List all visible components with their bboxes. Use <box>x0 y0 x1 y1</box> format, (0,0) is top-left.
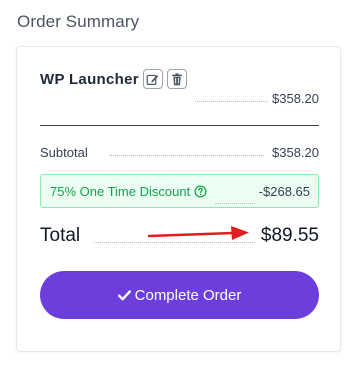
product-name: WP Launcher <box>40 70 139 88</box>
subtotal-label: Subtotal <box>40 145 88 160</box>
divider <box>40 125 319 126</box>
check-icon <box>117 289 131 301</box>
red-arrow-annotation <box>147 226 249 240</box>
dotted-leader <box>215 203 255 204</box>
dotted-leader <box>109 155 264 156</box>
complete-order-label: Complete Order <box>134 286 242 304</box>
subtotal-value: $358.20 <box>272 145 319 160</box>
discount-row: 75% One Time Discount -$268.65 <box>40 174 319 208</box>
order-summary-title: Order Summary <box>17 12 140 31</box>
total-value: $89.55 <box>260 225 319 246</box>
trash-icon[interactable] <box>166 69 187 89</box>
order-summary-card: WP Launcher $358.20 Subtotal $358.20 75%… <box>16 46 341 352</box>
product-price: $358.20 <box>272 91 319 106</box>
complete-order-button[interactable]: Complete Order <box>40 271 319 319</box>
product-price-row: $358.20 <box>195 91 319 106</box>
product-row: WP Launcher <box>40 69 187 89</box>
question-circle-icon[interactable] <box>194 184 207 198</box>
subtotal-row: Subtotal $358.20 <box>40 145 319 160</box>
edit-icon[interactable] <box>142 69 163 89</box>
discount-label: 75% One Time Discount <box>50 183 191 199</box>
total-label: Total <box>40 225 81 246</box>
dotted-leader <box>195 101 268 102</box>
discount-value: -$268.65 <box>258 183 310 199</box>
